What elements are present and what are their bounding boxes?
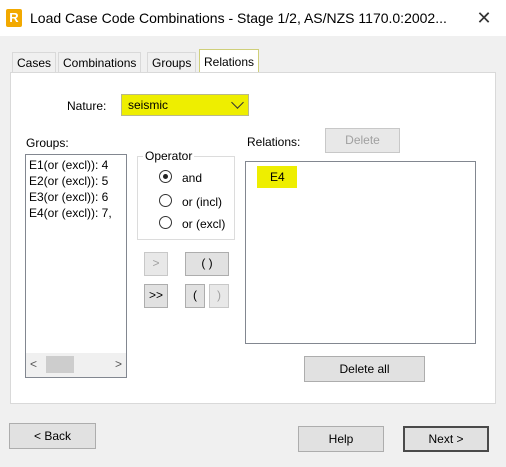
- nature-value: seismic: [128, 98, 169, 112]
- chevron-down-icon: [231, 96, 244, 109]
- open-paren-button[interactable]: (: [185, 284, 205, 308]
- radio-or-excl-label: or (excl): [182, 217, 226, 231]
- nature-label: Nature:: [67, 99, 107, 113]
- add-button[interactable]: >: [144, 252, 168, 276]
- window-title: Load Case Code Combinations - Stage 1/2,…: [30, 10, 447, 26]
- delete-all-button[interactable]: Delete all: [304, 356, 425, 382]
- app-logo-icon: R: [6, 9, 22, 27]
- relations-list[interactable]: E4: [245, 161, 476, 344]
- radio-or-incl[interactable]: [159, 194, 172, 207]
- tab-relations[interactable]: Relations: [199, 49, 260, 73]
- parens-button[interactable]: ( ): [185, 252, 229, 276]
- scroll-left-icon[interactable]: <: [30, 357, 37, 371]
- nature-select[interactable]: seismic: [121, 94, 249, 116]
- close-button[interactable]: ✕: [466, 4, 502, 32]
- list-item[interactable]: E1(or (excl)): 4: [29, 158, 108, 173]
- radio-or-incl-label: or (incl): [182, 195, 223, 209]
- help-button[interactable]: Help: [298, 426, 384, 452]
- add-all-button[interactable]: >>: [144, 284, 168, 308]
- radio-or-excl[interactable]: [159, 216, 172, 229]
- groups-list[interactable]: E1(or (excl)): 4 E2(or (excl)): 5 E3(or …: [25, 154, 127, 378]
- delete-button[interactable]: Delete: [325, 128, 400, 153]
- radio-and-label: and: [182, 171, 203, 185]
- operator-legend: Operator: [143, 149, 195, 163]
- list-item[interactable]: E2(or (excl)): 5: [29, 174, 108, 189]
- next-button[interactable]: Next >: [403, 426, 489, 452]
- back-button[interactable]: < Back: [9, 423, 96, 449]
- list-item[interactable]: E4(or (excl)): 7,: [29, 206, 112, 221]
- close-paren-button[interactable]: ): [209, 284, 229, 308]
- relations-label: Relations:: [247, 135, 301, 149]
- tab-cases[interactable]: Cases: [12, 52, 57, 73]
- scroll-right-icon[interactable]: >: [115, 357, 122, 371]
- horizontal-scrollbar[interactable]: < >: [26, 353, 126, 377]
- tab-groups[interactable]: Groups: [147, 52, 197, 73]
- scrollbar-thumb[interactable]: [46, 356, 74, 373]
- list-item[interactable]: E3(or (excl)): 6: [29, 190, 108, 205]
- groups-label: Groups:: [26, 136, 69, 150]
- radio-and[interactable]: [159, 170, 172, 183]
- tab-combinations[interactable]: Combinations: [58, 52, 142, 73]
- list-item[interactable]: E4: [257, 166, 297, 188]
